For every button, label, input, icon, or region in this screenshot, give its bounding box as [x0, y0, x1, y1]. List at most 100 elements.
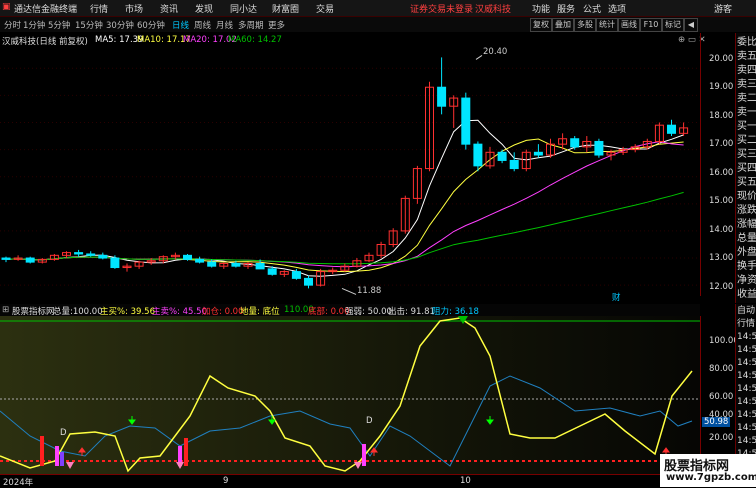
menu-tongxiaoda[interactable]: 同小达 — [230, 2, 257, 15]
candle — [74, 252, 84, 255]
low-price-label: 11.88 — [357, 286, 382, 296]
period-multi[interactable]: 多周期 — [238, 19, 264, 31]
quote-row-label: 卖五 — [737, 51, 756, 62]
y-tick: 12.00 — [709, 282, 734, 292]
quote-row-label: 涨幅 — [737, 219, 756, 230]
indicator-menu-icon[interactable]: ⊞ — [2, 305, 9, 315]
candle — [267, 268, 277, 275]
volume-bar — [60, 452, 64, 466]
candle — [183, 254, 192, 260]
candle — [304, 277, 313, 286]
fuquan-button[interactable]: 复权 — [530, 18, 552, 32]
y-tick: 20.00 — [709, 54, 734, 64]
quote-panel: 委比 卖五 卖四 卖三 卖二 卖一 买一 买二 买三 买四 买五 现价 涨跌 涨幅 总量 外盘 换手 净资 收益 — [735, 33, 756, 303]
low-pointer — [341, 287, 357, 295]
high-pointer — [475, 54, 483, 60]
tick-panel: 自动 行情 14:5 14:5 14:5 14:5 14:5 14:5 14:5 14:5 14:5… — [735, 304, 756, 474]
menu-wealth[interactable]: 财富圈 — [272, 2, 299, 15]
price-axis: 20.00 19.00 18.00 17.00 16.00 15.00 14.0… — [700, 33, 736, 296]
candle — [195, 258, 205, 263]
volume-bar — [184, 438, 188, 466]
quote-row-label: 卖一 — [737, 107, 756, 118]
menu-news[interactable]: 资讯 — [160, 2, 178, 15]
quote-row-label: 买二 — [737, 135, 756, 146]
candle — [570, 138, 580, 148]
menu-service[interactable]: 服务 — [557, 2, 575, 15]
ma60-label: MA60: 14.27 — [228, 35, 282, 45]
collapse-icon[interactable]: ◀ — [684, 18, 698, 32]
y-tick: 14.00 — [709, 225, 734, 235]
menu-market[interactable]: 市场 — [125, 2, 143, 15]
candle — [461, 97, 471, 145]
period-daily[interactable]: 日线 — [172, 19, 189, 31]
tick-row-label: 行情 — [737, 319, 756, 329]
app-title: 通达信金融终端 — [14, 5, 78, 15]
x-label: 10 — [460, 476, 471, 486]
period-60min[interactable]: 60分钟 — [137, 19, 165, 31]
quote-row-label: 卖四 — [737, 65, 756, 76]
menu-function[interactable]: 功能 — [532, 2, 550, 15]
tick-row-label: 14:5 — [737, 332, 756, 342]
period-1min[interactable]: 1分钟 — [23, 19, 45, 31]
period-timeshare[interactable]: 分时 — [4, 19, 21, 31]
candle — [207, 261, 217, 267]
volume-bar — [55, 446, 59, 466]
period-30min[interactable]: 30分钟 — [106, 19, 134, 31]
mark-button[interactable]: 标记 — [662, 18, 684, 32]
y-tick: 13.00 — [709, 253, 734, 263]
menu-formula[interactable]: 公式 — [583, 2, 601, 15]
candle — [473, 143, 483, 167]
login-notice[interactable]: 证券交易未登录 — [410, 2, 473, 15]
tick-row-label: 14:5 — [737, 358, 756, 368]
menu-bar: ▣ 通达信金融终端 行情 市场 资讯 发现 同小达 财富圈 交易 证券交易未登录… — [0, 0, 756, 17]
quote-row-label: 买四 — [737, 163, 756, 174]
quote-row-label: 收益 — [737, 289, 756, 300]
quote-row-label: 委比 — [737, 37, 756, 48]
f10-button[interactable]: F10 — [640, 18, 662, 32]
stats-button[interactable]: 统计 — [596, 18, 618, 32]
overlay-button[interactable]: 叠加 — [552, 18, 574, 32]
draw-button[interactable]: 画线 — [618, 18, 640, 32]
menu-trade[interactable]: 交易 — [316, 2, 334, 15]
ma-line — [5, 191, 684, 265]
candle — [1, 257, 11, 260]
quote-row-label: 卖三 — [737, 79, 756, 90]
volume-bar — [40, 436, 44, 466]
volume-bar — [362, 444, 366, 466]
ind-y-tick: 80.00 — [709, 364, 734, 374]
x-label: 2024年 — [3, 478, 34, 488]
stock-name-title: 汉威科技 — [475, 5, 512, 15]
ind-y-tick: 60.00 — [709, 392, 734, 402]
period-more[interactable]: 更多 — [268, 19, 285, 31]
period-monthly[interactable]: 月线 — [216, 19, 233, 31]
candlestick-chart[interactable] — [0, 33, 700, 296]
period-15min[interactable]: 15分钟 — [75, 19, 103, 31]
watermark-url: www.7gpzb.com — [666, 472, 756, 483]
tick-row-label: 14:5 — [737, 345, 756, 355]
main-chart-area[interactable]: 汉威科技(日线 前复权) MA5: 17.39 MA10: 17.17 MA20… — [0, 33, 706, 303]
y-tick: 17.00 — [709, 139, 734, 149]
guest-label[interactable]: 游客 — [714, 2, 732, 15]
indicator-chart-area[interactable]: D D — [0, 316, 700, 474]
quote-row-label: 买一 — [737, 121, 756, 132]
indicator-chart[interactable] — [0, 316, 700, 474]
menu-options[interactable]: 选项 — [608, 2, 626, 15]
indicator-axis: 100.00 80.00 60.00 40.00 20.00 50.98 — [700, 316, 739, 474]
multi-stock-button[interactable]: 多股 — [574, 18, 596, 32]
menu-discover[interactable]: 发现 — [195, 2, 213, 15]
period-5min[interactable]: 5分钟 — [48, 19, 70, 31]
period-toolbar: 分时 1分钟 5分钟 15分钟 30分钟 60分钟 日线 周线 月线 多周期 更… — [0, 17, 756, 32]
quote-row-label: 换手 — [737, 261, 756, 272]
period-weekly[interactable]: 周线 — [194, 19, 211, 31]
y-tick: 16.00 — [709, 168, 734, 178]
finance-marker[interactable]: 财 — [612, 291, 621, 303]
candle — [255, 262, 265, 270]
indicator-bg — [0, 316, 700, 474]
y-tick: 15.00 — [709, 196, 734, 206]
tick-row-label: 14:5 — [737, 384, 756, 394]
menu-quote[interactable]: 行情 — [90, 2, 108, 15]
quote-row-label: 净资 — [737, 275, 756, 286]
quote-row-label: 卖二 — [737, 93, 756, 104]
candle — [231, 262, 241, 267]
tick-row-label: 14:5 — [737, 397, 756, 407]
